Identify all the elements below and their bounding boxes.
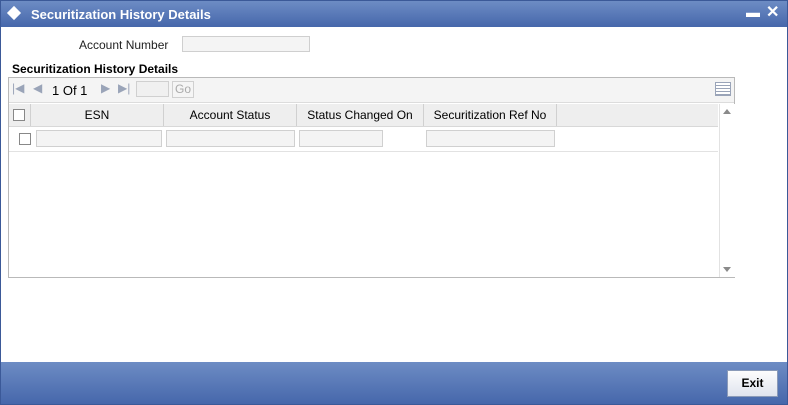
section-title: Securitization History Details bbox=[12, 62, 179, 76]
row-checkbox[interactable] bbox=[19, 133, 31, 145]
page-number-input[interactable] bbox=[136, 81, 169, 97]
column-header-esn[interactable]: ESN bbox=[31, 104, 164, 126]
page-indicator: 1 Of 1 bbox=[52, 83, 88, 98]
table-header: ESN Account Status Status Changed On Sec… bbox=[9, 104, 718, 127]
exit-button[interactable]: Exit bbox=[727, 370, 778, 397]
scroll-down-icon[interactable] bbox=[723, 267, 731, 272]
close-icon[interactable]: ✕ bbox=[766, 2, 779, 22]
account-number-label: Account Number bbox=[79, 38, 169, 52]
select-all-checkbox[interactable] bbox=[13, 109, 25, 121]
pager-bar: |◀ ◀ 1 Of 1 ▶ ▶| Go bbox=[9, 78, 734, 103]
footer-bar: Exit bbox=[1, 362, 787, 404]
go-button[interactable]: Go bbox=[172, 81, 194, 98]
header-select-cell bbox=[9, 104, 31, 126]
title-bar: Securitization History Details ▬ ✕ bbox=[1, 1, 787, 27]
grid-menu-icon[interactable] bbox=[715, 82, 731, 96]
window-title: Securitization History Details bbox=[31, 7, 211, 22]
dialog-window: Securitization History Details ▬ ✕ Accou… bbox=[0, 0, 788, 405]
status-changed-on-field[interactable] bbox=[299, 130, 383, 147]
last-page-icon[interactable]: ▶| bbox=[118, 81, 130, 95]
account-number-input[interactable] bbox=[182, 36, 310, 52]
column-header-securitization-ref-no[interactable]: Securitization Ref No bbox=[424, 104, 557, 126]
account-status-field[interactable] bbox=[166, 130, 295, 147]
history-grid: |◀ ◀ 1 Of 1 ▶ ▶| Go ESN Account Status S… bbox=[8, 77, 735, 278]
minimize-icon[interactable]: ▬ bbox=[746, 4, 760, 20]
first-page-icon[interactable]: |◀ bbox=[12, 81, 24, 95]
column-header-account-status[interactable]: Account Status bbox=[164, 104, 297, 126]
vertical-scrollbar[interactable] bbox=[719, 104, 735, 277]
prev-page-icon[interactable]: ◀ bbox=[33, 81, 42, 95]
column-header-status-changed-on[interactable]: Status Changed On bbox=[297, 104, 424, 126]
securitization-ref-no-field[interactable] bbox=[426, 130, 555, 147]
esn-field[interactable] bbox=[36, 130, 162, 147]
scroll-up-icon[interactable] bbox=[723, 109, 731, 114]
next-page-icon[interactable]: ▶ bbox=[101, 81, 110, 95]
table-row bbox=[9, 127, 718, 152]
diamond-icon bbox=[6, 5, 22, 21]
